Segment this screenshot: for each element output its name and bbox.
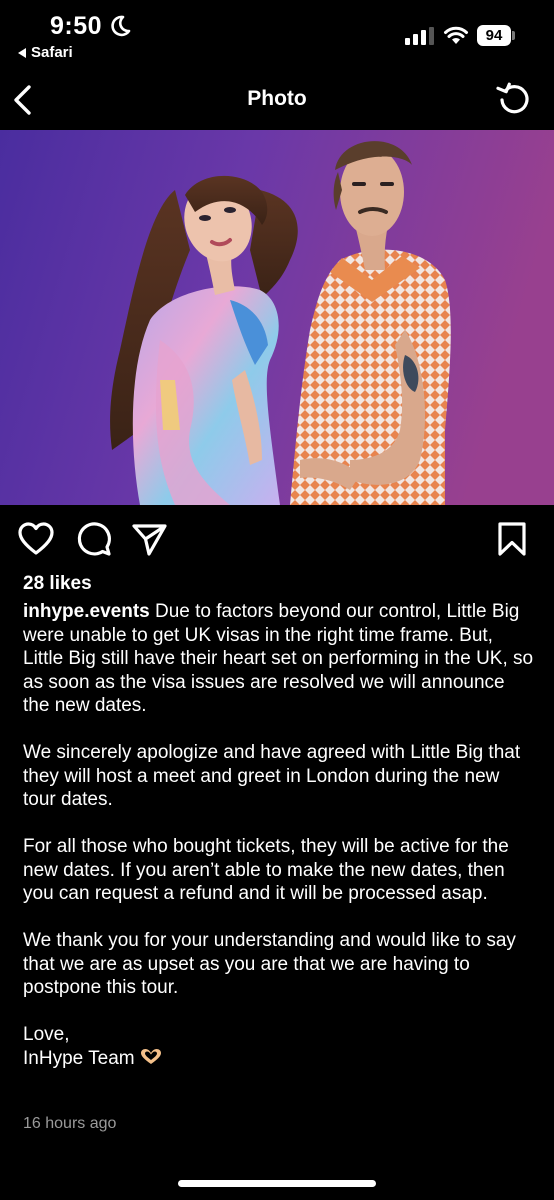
post-actions [0, 515, 554, 565]
caption-sign-off-1: Love, [23, 1024, 70, 1045]
photo-illustration [0, 130, 554, 505]
refresh-icon[interactable] [496, 82, 532, 118]
caption-paragraph-4: We thank you for your understanding and … [23, 930, 516, 998]
caption-sign-off-2: InHype Team [23, 1047, 135, 1069]
caption-paragraph-1: inhype.events Due to factors beyond our … [23, 600, 535, 718]
caption-paragraph-3: For all those who bought tickets, they w… [23, 836, 509, 904]
back-app-label: Safari [31, 44, 73, 61]
comment-icon[interactable] [74, 519, 114, 559]
post-username[interactable]: inhype.events [23, 601, 150, 622]
page-title: Photo [247, 87, 307, 110]
home-indicator[interactable] [178, 1180, 376, 1187]
cellular-signal-icon [405, 27, 434, 45]
caption-sign-off-line-2: InHype Team [23, 1047, 535, 1071]
send-icon[interactable] [130, 519, 170, 559]
battery-tip [512, 31, 515, 40]
wifi-icon [444, 26, 468, 44]
status-bar: 9:50 Safari 94 [0, 0, 554, 72]
post-photo[interactable] [0, 130, 554, 505]
likes-count[interactable]: 28 likes [23, 573, 92, 595]
battery-indicator: 94 [477, 25, 511, 46]
caption-paragraph-2: We sincerely apologize and have agreed w… [23, 742, 521, 810]
heart-icon[interactable] [16, 519, 56, 559]
nav-bar: Photo [0, 72, 554, 130]
bookmark-icon[interactable] [492, 519, 532, 559]
post-timestamp: 16 hours ago [23, 1115, 117, 1132]
back-to-safari[interactable]: Safari [18, 44, 73, 61]
moon-icon [111, 15, 131, 37]
heart-hands-icon [140, 1048, 161, 1064]
back-triangle-icon [18, 47, 26, 58]
post-caption: inhype.events Due to factors beyond our … [23, 600, 535, 1070]
status-time: 9:50 [50, 12, 103, 40]
